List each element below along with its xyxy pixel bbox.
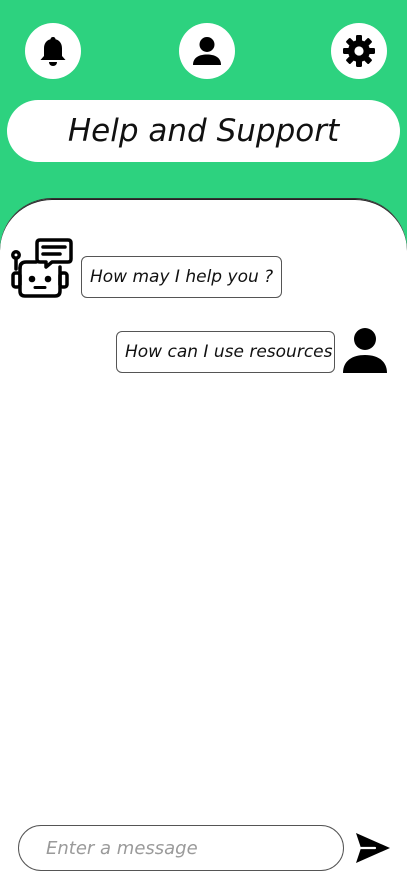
message-input[interactable] — [46, 837, 316, 859]
bot-message-text: How may I help you ? — [90, 267, 274, 287]
user-avatar-icon — [343, 328, 387, 373]
chatbot-avatar-icon — [11, 238, 73, 298]
profile-button[interactable] — [179, 23, 235, 79]
user-message-bubble: How can I use resources — [116, 331, 335, 373]
send-icon[interactable] — [355, 830, 391, 866]
settings-button[interactable] — [331, 23, 387, 79]
user-icon — [193, 37, 221, 65]
page-title-box: Help and Support — [7, 100, 400, 162]
message-input-container[interactable] — [18, 825, 344, 871]
bell-icon — [40, 37, 66, 66]
bot-message-bubble: How may I help you ? — [81, 256, 282, 298]
notifications-button[interactable] — [25, 23, 81, 79]
user-message-text: How can I use resources — [125, 342, 333, 362]
gear-icon — [343, 35, 375, 67]
page-title: Help and Support — [67, 113, 340, 149]
